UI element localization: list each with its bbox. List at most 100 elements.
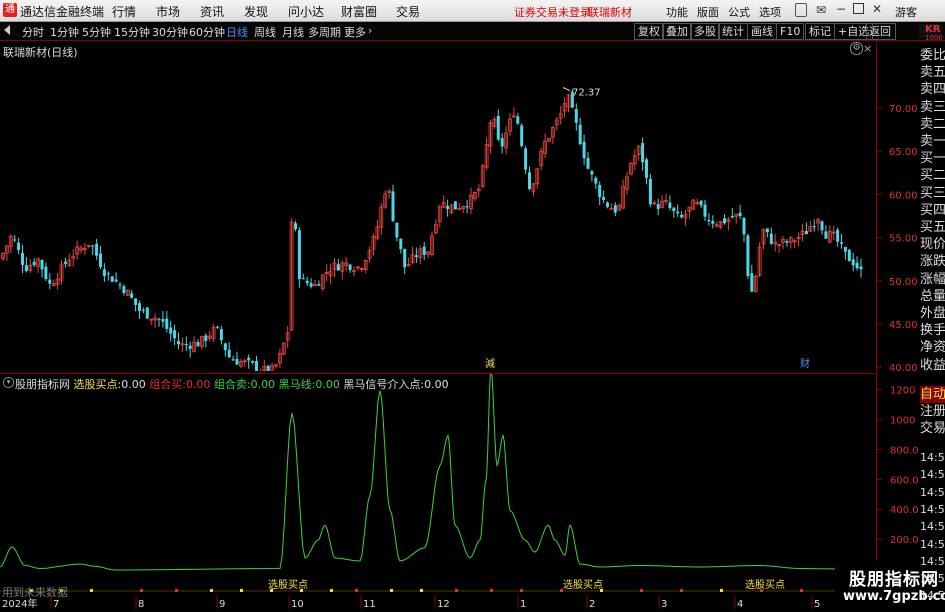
guest-label[interactable]: 游客 [895,4,917,20]
candle-body [110,276,114,282]
menu-gongneng[interactable]: 功能 [666,4,688,20]
tool-huaxian[interactable]: 画线 [747,23,777,40]
signal-dot [680,589,683,592]
side-action-2[interactable]: 交易 [920,420,945,437]
candle-body [742,217,746,235]
side-time-6: 14:56 [920,554,945,568]
side-label-14[interactable]: 总量 [920,288,945,305]
side-label-7[interactable]: 买二 [920,167,945,184]
tool-diejia[interactable]: 叠加 [662,23,692,40]
candle-body [645,159,648,178]
signal-dot [175,589,178,592]
side-label-0[interactable]: 委比 [920,47,945,64]
side-label-4[interactable]: 卖二 [920,116,945,133]
menu-xuanxiang[interactable]: 选项 [759,4,781,20]
side-time-4: 14:55 [920,520,945,534]
user-icon[interactable] [795,3,807,17]
maximize-icon[interactable] [853,3,864,14]
side-label-12[interactable]: 涨跌 [920,253,945,270]
more-chevron-icon[interactable]: › [368,24,372,37]
minimize-icon[interactable]: − [836,2,846,16]
side-label-3[interactable]: 卖三 [920,99,945,116]
side-label-6[interactable]: 买一 [920,150,945,167]
side-label-15[interactable]: 外盘 [920,305,945,322]
side-label-11[interactable]: 现价 [920,236,945,253]
menu-caifuquan[interactable]: 财富圈 [341,3,377,20]
candle-body [40,259,44,270]
menu-zixun[interactable]: 资讯 [200,3,224,20]
period-30min[interactable]: 30分钟 [152,24,188,40]
period-fenshi[interactable]: 分时 [22,24,44,40]
candle-body [496,115,500,140]
tool-fanhui[interactable]: 返回 [866,23,896,40]
menu-faxian[interactable]: 发现 [244,3,268,20]
candle-body [301,278,305,280]
side-label-16[interactable]: 换手 [920,322,945,339]
tool-fuquan[interactable]: 复权 [634,23,664,40]
candle-body [672,207,676,212]
candle-body [730,215,734,218]
candle-body [574,109,578,123]
candle-body [305,280,309,284]
side-time-2: 14:55 [920,485,945,499]
candlestick-chart[interactable]: 72.3737.67減财 [0,41,875,371]
side-label-8[interactable]: 买三 [920,185,945,202]
price-tick-label: 55.00 [889,234,918,245]
event-mark-cai: 财 [800,357,810,370]
login-warning[interactable]: 证券交易未登录 [514,4,591,20]
menu-banmian[interactable]: 版面 [697,4,719,20]
side-label-5[interactable]: 卖一 [920,133,945,150]
candle-body [247,357,251,361]
period-monthly[interactable]: 月线 [282,24,304,40]
ind-tick-label: 400.00 [890,505,919,516]
candle-body [699,200,703,206]
buy-point-label: 选股买点 [563,578,603,591]
indicator-chart[interactable]: 选股买点 选股买点 选股买点 [0,374,875,610]
buy-point-label: 选股买点 [268,578,308,591]
side-label-17[interactable]: 净资 [920,339,945,356]
period-daily[interactable]: 日线 [226,24,248,40]
message-icon[interactable]: ✉ [816,3,826,17]
tool-f10[interactable]: F10 [776,23,805,40]
close-icon[interactable]: ✕ [872,2,882,16]
period-60min[interactable]: 60分钟 [189,24,225,40]
price-chart-panel[interactable]: 联瑞新材(日线) ⚙ × 72.3737.67減财 [0,41,875,371]
side-action-1[interactable]: 注册 [920,403,945,420]
tool-duogu[interactable]: 多股 [690,23,720,40]
menu-hangqing[interactable]: 行情 [112,3,136,20]
candle-body [707,219,711,222]
period-1min[interactable]: 1分钟 [50,24,79,40]
indicator-panel[interactable]: ▾ 股朋指标网 选股买点:0.00 组合买:0.00 组合卖:0.00 黑马线:… [0,373,875,610]
tool-biaoji[interactable]: 标记 [805,23,835,40]
period-toolbar: 分时 1分钟 5分钟 15分钟 30分钟 60分钟 日线 周线 月线 多周期 更… [0,22,945,41]
period-multi[interactable]: 多周期 [308,24,341,40]
period-weekly[interactable]: 周线 [254,24,276,40]
candle-body [251,361,255,363]
menu-shichang[interactable]: 市场 [156,3,180,20]
candle-body [403,248,407,268]
candle-body [641,143,645,163]
side-time-8: 14:56 [920,589,945,603]
side-action-0[interactable]: 自动 [920,386,945,403]
period-15min[interactable]: 15分钟 [114,24,150,40]
collapse-left-icon[interactable] [4,25,10,35]
side-label-1[interactable]: 卖五 [920,64,945,81]
period-5min[interactable]: 5分钟 [82,24,111,40]
side-label-10[interactable]: 买五 [920,219,945,236]
side-label-2[interactable]: 卖四 [920,81,945,98]
candle-body [138,303,141,311]
side-label-18[interactable]: 收益 [920,357,945,374]
candle-body [414,255,418,258]
candle-body [102,269,106,276]
candle-body [676,211,680,214]
tool-tongji[interactable]: 统计 [718,23,748,40]
period-more[interactable]: 更多 [344,24,366,40]
candle-body [106,273,110,275]
side-label-9[interactable]: 买四 [920,202,945,219]
menu-gongshi[interactable]: 公式 [728,4,750,20]
menu-wenxiaoda[interactable]: 问小达 [288,3,324,20]
menu-jiaoyi[interactable]: 交易 [396,3,420,20]
candle-body [711,221,715,224]
side-label-13[interactable]: 涨幅 [920,271,945,288]
candle-body [516,116,520,124]
